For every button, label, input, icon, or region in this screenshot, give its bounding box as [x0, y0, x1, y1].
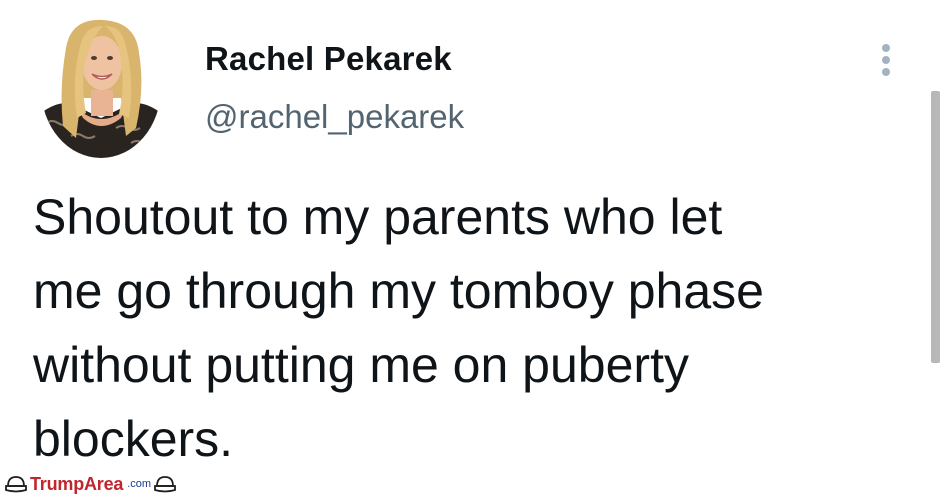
author-name[interactable]: Rachel Pekarek	[205, 40, 452, 78]
cap-icon	[5, 476, 27, 493]
avatar-photo	[41, 18, 161, 158]
avatar[interactable]	[41, 18, 161, 158]
author-handle[interactable]: @rachel_pekarek	[205, 98, 464, 136]
more-vertical-icon	[882, 44, 890, 76]
tweet-screenshot: Rachel Pekarek @rachel_pekarek Shoutout …	[0, 0, 940, 498]
scrollbar[interactable]	[931, 91, 940, 363]
watermark-domain: .com	[127, 478, 152, 490]
cap-icon	[154, 476, 176, 493]
watermark-brand: TrumpArea	[30, 473, 124, 494]
more-options-button[interactable]	[876, 42, 896, 78]
tweet-text-line: me go through my tomboy phase	[33, 263, 764, 319]
watermark: TrumpArea .com	[5, 473, 176, 495]
tweet-text-line: without putting me on puberty	[33, 337, 689, 393]
tweet-text-line: blockers.	[33, 411, 234, 467]
tweet-text-line: Shoutout to my parents who let	[33, 189, 723, 245]
tweet-text: Shoutout to my parents who let me go thro…	[33, 180, 903, 476]
